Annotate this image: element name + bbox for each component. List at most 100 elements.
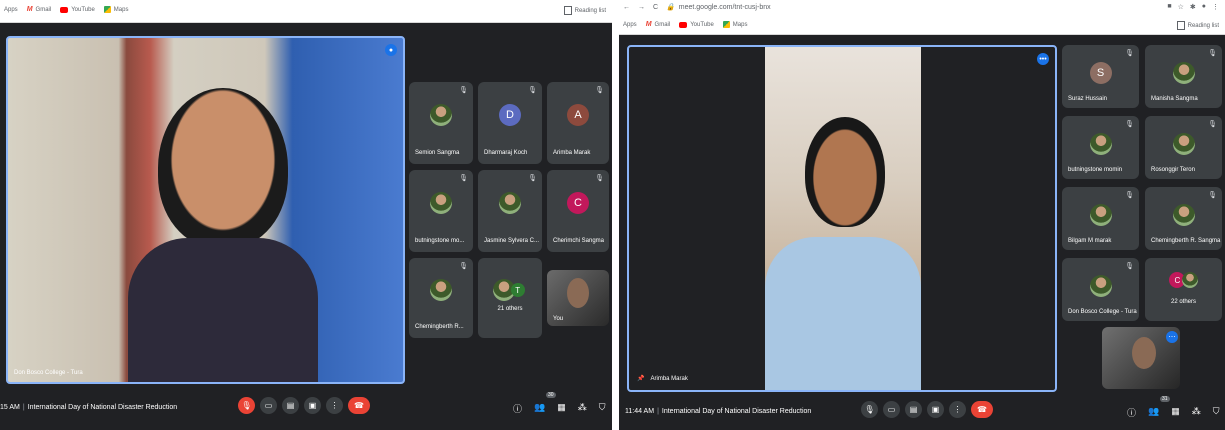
participant-name: butningstone momin (1068, 167, 1123, 173)
info-button[interactable]: ⓘ (1127, 406, 1136, 419)
mic-off-icon: 🎙 (595, 87, 604, 94)
participant-photo (1181, 272, 1198, 289)
speaker-face (805, 117, 885, 227)
main-speaker-video[interactable]: ••• 📌 Arimba Marak (627, 45, 1057, 392)
mic-toggle-button[interactable]: 🎙 (861, 401, 878, 418)
gmail-icon: M (26, 6, 33, 13)
participant-name: Don Bosco College - Tura (1068, 309, 1137, 315)
participant-photo (499, 191, 521, 214)
extensions: ■ ☆ ✱ ● ⋮ (1167, 3, 1219, 11)
participant-name: Suraz Hussain (1068, 96, 1108, 102)
menu-icon[interactable]: ⋮ (1212, 3, 1219, 11)
participant-tile[interactable]: 🎙 Rosonggir Teron (1145, 116, 1222, 179)
participants-count: 30 (546, 392, 556, 398)
address-bar[interactable]: 🔒 meet.google.com/tnt-cusj-bnx (666, 3, 771, 12)
bookmark-youtube[interactable]: YouTube (679, 21, 714, 28)
back-icon[interactable]: ← (623, 4, 630, 11)
participant-name: Semion Sangma (415, 150, 460, 156)
meeting-time: 15 AM (0, 404, 20, 411)
bookmark-maps[interactable]: Maps (722, 21, 747, 28)
others-tile[interactable]: T 21 others (478, 258, 542, 338)
more-options-icon[interactable]: ••• (1037, 53, 1049, 65)
participant-tile[interactable]: 🎙 S Suraz Hussain (1062, 45, 1139, 108)
people-button[interactable]: 👥 31 (1148, 396, 1170, 419)
speaker-face (158, 88, 288, 248)
participant-tile[interactable]: 🎙 butningstone mo... (409, 170, 473, 252)
self-view-tile[interactable]: ⋯ (1102, 327, 1180, 389)
bookmark-youtube[interactable]: YouTube (60, 6, 95, 13)
participant-photo (430, 191, 452, 214)
participant-tile[interactable]: 🎙 Semion Sangma (409, 82, 473, 164)
star-icon[interactable]: ☆ (1178, 3, 1184, 11)
more-options-button[interactable]: ⋮ (326, 397, 343, 414)
maps-icon (722, 21, 730, 28)
participant-name: Jasmine Sylvera C... (484, 238, 540, 244)
bookmark-apps[interactable]: Apps (4, 7, 18, 13)
extension-icon[interactable]: ■ (1167, 3, 1171, 11)
participant-tile[interactable]: 🎙 Don Bosco College - Tura (1062, 258, 1139, 321)
mic-off-icon: 🎙 (1208, 192, 1217, 199)
participant-tile[interactable]: 🎙 Bilgam M marak (1062, 187, 1139, 250)
chat-button[interactable]: ▦ (557, 402, 566, 415)
activities-button[interactable]: ⁂ (1192, 406, 1201, 419)
participant-tile[interactable]: 🎙 Manisha Sangma (1145, 45, 1222, 108)
reading-list[interactable]: Reading list (563, 6, 606, 15)
reload-icon[interactable]: C (653, 4, 658, 11)
chat-button[interactable]: ▦ (1171, 406, 1180, 419)
puzzle-icon[interactable]: ✱ (1190, 3, 1196, 11)
bookmark-gmail[interactable]: M Gmail (27, 6, 52, 13)
captions-button[interactable]: ▤ (905, 401, 922, 418)
participant-name: butningstone mo... (415, 238, 465, 244)
self-view-options-icon[interactable]: ⋯ (1166, 331, 1178, 343)
participant-photo (1172, 62, 1195, 85)
avatar: D (499, 103, 521, 126)
more-options-button[interactable]: ⋮ (949, 401, 966, 418)
present-button[interactable]: ▣ (304, 397, 321, 414)
reading-list-icon (563, 6, 572, 15)
avatar: C (567, 191, 589, 214)
participant-tile[interactable]: 🎙 Chemingberth R. Sangma (1145, 187, 1222, 250)
bookmark-gmail[interactable]: M Gmail (646, 21, 671, 28)
audio-indicator-icon: ● (385, 44, 397, 56)
participant-tile[interactable]: 🎙 Chemingberth R... (409, 258, 473, 338)
avatar: A (567, 103, 589, 126)
mic-off-icon: 🎙 (459, 263, 468, 270)
end-call-button[interactable]: ☎ (348, 397, 370, 414)
activities-button[interactable]: ⁂ (578, 402, 587, 415)
participant-tile[interactable]: 🎙 A Arimba Marak (547, 82, 609, 164)
bookmark-apps[interactable]: Apps (623, 22, 637, 28)
captions-button[interactable]: ▤ (282, 397, 299, 414)
present-button[interactable]: ▣ (927, 401, 944, 418)
others-tile[interactable]: C 22 others (1145, 258, 1222, 321)
end-call-button[interactable]: ☎ (971, 401, 993, 418)
camera-toggle-button[interactable]: ▭ (260, 397, 277, 414)
self-face (567, 278, 589, 308)
meeting-title: International Day of National Disaster R… (27, 404, 178, 411)
mic-off-icon: 🎙 (528, 175, 537, 182)
participant-name: Bilgam M marak (1068, 238, 1112, 244)
participant-name: Chemingberth R... (415, 324, 464, 330)
participant-photo (1089, 204, 1112, 227)
security-button[interactable]: ⛉ (599, 402, 606, 415)
reading-list[interactable]: Reading list (1176, 21, 1219, 30)
camera-toggle-button[interactable]: ▭ (883, 401, 900, 418)
participant-photo (430, 103, 452, 126)
reading-list-icon (1176, 21, 1185, 30)
participant-tile[interactable]: 🎙 D Dharmaraj Koch (478, 82, 542, 164)
profile-icon[interactable]: ● (1202, 3, 1206, 11)
speaker-shirt (128, 238, 318, 382)
bookmark-maps[interactable]: Maps (103, 6, 128, 13)
people-button[interactable]: 👥 30 (534, 392, 556, 415)
info-button[interactable]: ⓘ (513, 402, 522, 415)
participant-tile[interactable]: 🎙 Jasmine Sylvera C... (478, 170, 542, 252)
main-speaker-video[interactable]: ● Don Bosco College - Tura (6, 36, 405, 384)
participant-tile[interactable]: 🎙 C Cherimchi Sangma (547, 170, 609, 252)
mic-off-icon: 🎙 (528, 87, 537, 94)
others-count: 22 others (1170, 299, 1197, 305)
mic-toggle-button[interactable]: 🎙 (238, 397, 255, 414)
forward-icon[interactable]: → (638, 4, 645, 11)
participant-tile[interactable]: 🎙 butningstone momin (1062, 116, 1139, 179)
security-button[interactable]: ⛉ (1213, 406, 1220, 419)
self-view-tile[interactable]: You (547, 270, 609, 326)
right-meet-window: ← → C 🔒 meet.google.com/tnt-cusj-bnx ■ ☆ … (619, 0, 1225, 430)
